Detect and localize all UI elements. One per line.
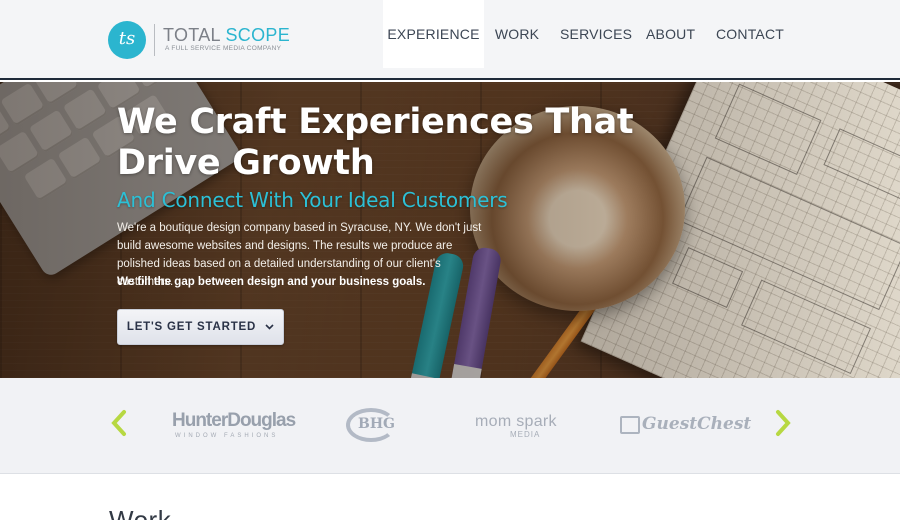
hero-title: We Craft Experiences That Drive Growth	[117, 102, 634, 183]
hero-subtitle: And Connect With Your Ideal Customers	[117, 188, 508, 212]
logo-tagline: A FULL SERVICE MEDIA COMPANY	[165, 45, 282, 52]
get-started-button[interactable]: LET'S GET STARTED	[117, 309, 284, 345]
logo-divider	[154, 24, 155, 56]
work-section: Work	[0, 475, 900, 520]
chevron-left-icon[interactable]	[107, 408, 131, 444]
client-name: HunterDouglas	[172, 410, 296, 431]
chevron-down-icon	[265, 310, 274, 344]
client-logo-carousel: HunterDouglas WINDOW FASHIONS BHG mom sp…	[0, 378, 900, 474]
client-sub: MEDIA	[510, 430, 541, 439]
chest-icon	[620, 416, 640, 434]
work-heading: Work	[109, 505, 172, 520]
nav-contact[interactable]: CONTACT	[716, 0, 784, 68]
client-name: mom spark	[475, 413, 557, 430]
hero-tagline: We fill the gap between design and your …	[117, 276, 426, 288]
logo-wordmark[interactable]: TOTAL SCOPE	[163, 25, 290, 45]
logo-monogram[interactable]: ts	[108, 21, 146, 59]
nav-services[interactable]: SERVICES	[560, 0, 632, 68]
logo-word-scope: SCOPE	[225, 25, 291, 45]
client-name: GuestChest	[642, 414, 752, 434]
client-sub: WINDOW FASHIONS	[175, 433, 279, 439]
site-header: ts TOTAL SCOPE A FULL SERVICE MEDIA COMP…	[0, 0, 900, 80]
nav-about[interactable]: ABOUT	[646, 0, 695, 68]
logo-word-total: TOTAL	[163, 25, 221, 45]
client-name: BHG	[358, 416, 396, 432]
nav-work[interactable]: WORK	[494, 0, 540, 68]
get-started-label: LET'S GET STARTED	[126, 321, 257, 334]
chevron-right-icon[interactable]	[771, 408, 795, 444]
hero-banner: We Craft Experiences That Drive Growth A…	[0, 82, 900, 378]
nav-experience[interactable]: EXPERIENCE	[383, 0, 484, 68]
